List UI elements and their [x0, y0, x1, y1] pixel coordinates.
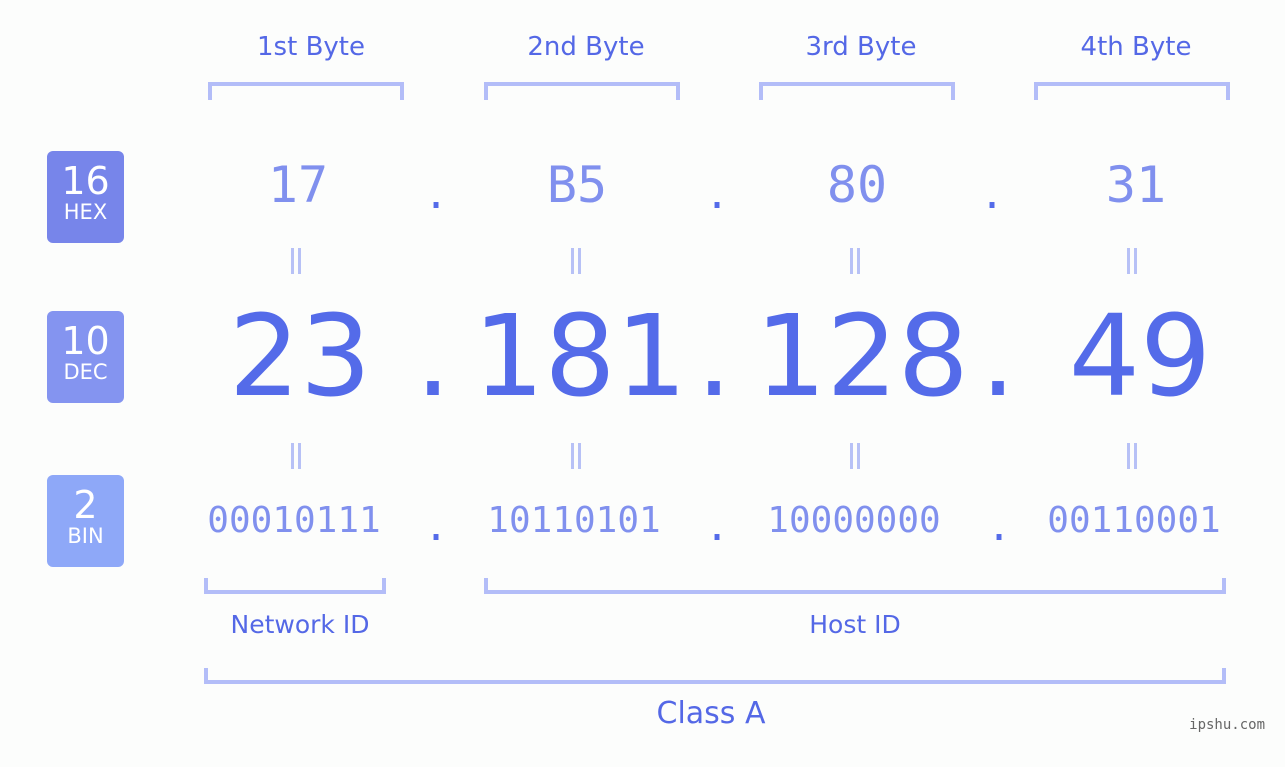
equals-icon: [850, 248, 860, 274]
byte-bracket-1: [208, 82, 404, 100]
equals-icon: [850, 443, 860, 469]
hex-badge-label: HEX: [63, 200, 108, 224]
dec-dot-3: .: [980, 292, 1016, 422]
dec-byte-3: 128: [755, 292, 969, 422]
dec-byte-2: 181: [473, 292, 687, 422]
bin-badge-label: BIN: [67, 524, 104, 548]
dec-dot-2: .: [696, 292, 732, 422]
byte-bracket-2: [484, 82, 680, 100]
bin-badge: 2 BIN: [47, 475, 124, 567]
byte-header-4: 4th Byte: [1080, 32, 1192, 62]
host-id-label: Host ID: [809, 610, 901, 639]
hex-badge-number: 16: [61, 159, 110, 203]
byte-bracket-3: [759, 82, 955, 100]
dec-badge: 10 DEC: [47, 311, 124, 403]
equals-icon: [1127, 443, 1137, 469]
hex-dot-2: .: [704, 172, 730, 218]
network-id-bracket: [204, 578, 386, 594]
network-id-label: Network ID: [230, 610, 370, 639]
byte-header-2: 2nd Byte: [527, 32, 645, 62]
hex-byte-4: 31: [1105, 156, 1167, 214]
host-id-bracket: [484, 578, 1226, 594]
hex-dot-1: .: [423, 172, 449, 218]
hex-badge: 16 HEX: [47, 151, 124, 243]
hex-dot-3: .: [979, 172, 1005, 218]
dec-badge-number: 10: [61, 319, 110, 363]
hex-byte-3: 80: [826, 156, 888, 214]
bin-badge-number: 2: [73, 483, 98, 527]
byte-header-1: 1st Byte: [257, 32, 365, 62]
equals-icon: [291, 443, 301, 469]
bin-dot-1: .: [423, 504, 449, 550]
bin-byte-2: 10110101: [487, 500, 661, 541]
equals-icon: [571, 443, 581, 469]
bin-dot-2: .: [704, 504, 730, 550]
hex-byte-2: B5: [546, 156, 608, 214]
bin-dot-3: .: [986, 504, 1012, 550]
watermark: ipshu.com: [1189, 717, 1265, 733]
dec-dot-1: .: [415, 292, 451, 422]
equals-icon: [1127, 248, 1137, 274]
byte-bracket-4: [1034, 82, 1230, 100]
class-label: Class A: [656, 696, 766, 731]
byte-header-3: 3rd Byte: [805, 32, 917, 62]
dec-badge-label: DEC: [63, 360, 108, 384]
equals-icon: [291, 248, 301, 274]
bin-byte-3: 10000000: [767, 500, 941, 541]
bin-byte-1: 00010111: [207, 500, 381, 541]
hex-byte-1: 17: [267, 156, 329, 214]
bin-byte-4: 00110001: [1047, 500, 1221, 541]
dec-byte-4: 49: [1068, 292, 1212, 422]
class-bracket: [204, 668, 1226, 684]
equals-icon: [571, 248, 581, 274]
dec-byte-1: 23: [228, 292, 372, 422]
